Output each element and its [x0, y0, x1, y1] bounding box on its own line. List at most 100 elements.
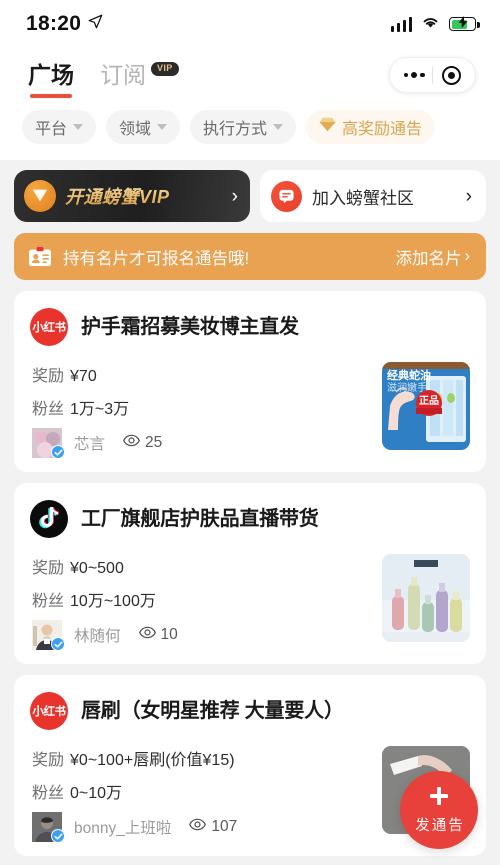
vip-badge: VIP — [151, 61, 179, 76]
create-campaign-fab[interactable]: 发通告 — [400, 771, 478, 849]
plus-icon — [428, 785, 450, 812]
notice-text: 持有名片才可报名通告哦! — [63, 249, 250, 268]
verified-badge-icon — [51, 829, 65, 843]
filter-chip-field-label: 领域 — [119, 121, 152, 138]
card-meta: 奖励 ¥0~500 粉丝 10万~100万 林随何 10 — [30, 554, 372, 651]
author-name: 林随何 — [74, 628, 121, 645]
views-count: 107 — [211, 818, 238, 835]
svg-text:正品: 正品 — [419, 395, 439, 407]
fans-row: 粉丝 0~10万 — [32, 779, 372, 803]
tab-subscribe[interactable]: 订阅 VIP — [100, 61, 179, 88]
target-icon[interactable] — [433, 57, 469, 93]
fans-value: 10万~100万 — [70, 593, 156, 610]
promo-banner-row: 开通螃蟹VIP › 加入螃蟹社区 › — [0, 160, 500, 222]
card-footer: 芯言 25 — [32, 428, 372, 459]
card-header: 工厂旗舰店护肤品直播带货 — [30, 500, 470, 538]
chevron-down-icon — [73, 124, 84, 130]
community-banner[interactable]: 加入螃蟹社区 › — [260, 170, 486, 222]
card-thumbnail[interactable]: 经典蛇油 滋润嫩手 正品 — [382, 362, 470, 450]
svg-text:滋润嫩手: 滋润嫩手 — [387, 381, 427, 394]
fans-value: 0~10万 — [70, 785, 123, 802]
card-body: 奖励 ¥70 粉丝 1万~3万 芯言 25 经典蛇油 滋润嫩手 正品 — [30, 362, 470, 459]
chevron-down-icon — [273, 124, 284, 130]
tab-active-indicator — [30, 94, 72, 98]
header-control-pill — [389, 57, 476, 93]
card-meta: 奖励 ¥0~100+唇刷(价值¥15) 粉丝 0~10万 bonny_上班啦 1… — [30, 746, 372, 843]
filter-chip-platform-label: 平台 — [35, 121, 68, 138]
filter-chip-execution[interactable]: 执行方式 — [190, 110, 297, 144]
status-bar: 18:20 — [0, 0, 500, 48]
reward-value: ¥0~100+唇刷(价值¥15) — [70, 752, 235, 769]
xiaohongshu-logo-icon: 小红书 — [30, 308, 68, 346]
add-card-action[interactable]: 添加名片 › — [396, 245, 471, 269]
chevron-right-icon: › — [464, 247, 471, 265]
card-footer: bonny_上班啦 107 — [32, 812, 372, 843]
eye-icon — [138, 626, 156, 644]
battery-charging-icon — [449, 16, 480, 31]
tab-subscribe-label: 订阅 — [100, 61, 146, 88]
reward-key: 奖励 — [32, 560, 65, 577]
community-banner-label: 加入螃蟹社区 — [312, 188, 414, 208]
platform-logo-label: 小红书 — [32, 706, 66, 718]
chevron-right-icon: › — [465, 185, 472, 207]
cellular-signal-icon — [390, 16, 412, 32]
author-name: bonny_上班啦 — [74, 820, 172, 837]
filter-chip-high-reward-label: 高奖励通告 — [342, 121, 423, 138]
filter-chip-high-reward[interactable]: 高奖励通告 — [306, 110, 436, 144]
avatar — [32, 812, 65, 843]
reward-row: 奖励 ¥0~100+唇刷(价值¥15) — [32, 746, 372, 770]
views-count: 25 — [145, 434, 163, 451]
filter-chip-field[interactable]: 领域 — [106, 110, 181, 144]
status-bar-right — [390, 15, 480, 34]
fans-key: 粉丝 — [32, 785, 65, 802]
views-group: 10 — [138, 626, 178, 644]
campaign-card[interactable]: 工厂旗舰店护肤品直播带货 奖励 ¥0~500 粉丝 10万~100万 林随何 1… — [14, 483, 486, 664]
reward-value: ¥70 — [70, 368, 97, 385]
verified-badge-icon — [51, 637, 65, 651]
card-title: 护手霜招募美妆博主直发 — [81, 316, 299, 338]
card-body: 奖励 ¥0~500 粉丝 10万~100万 林随何 10 — [30, 554, 470, 651]
card-footer: 林随何 10 — [32, 620, 372, 651]
vip-diamond-icon — [24, 180, 56, 212]
filter-chip-execution-label: 执行方式 — [203, 121, 268, 138]
eye-icon — [123, 434, 140, 452]
chevron-down-icon — [157, 124, 168, 130]
svg-text:经典蛇油: 经典蛇油 — [387, 368, 431, 382]
card-title: 唇刷（女明星推荐 大量要人） — [81, 700, 344, 722]
reward-row: 奖励 ¥70 — [32, 362, 372, 386]
filter-chip-platform[interactable]: 平台 — [22, 110, 97, 144]
add-card-action-label: 添加名片 — [395, 249, 462, 268]
vip-banner[interactable]: 开通螃蟹VIP › — [14, 170, 250, 222]
more-dots-icon[interactable] — [396, 57, 432, 93]
views-group: 25 — [123, 434, 162, 452]
filter-bar: 平台 领域 执行方式 高奖励通告 — [0, 102, 500, 160]
app-root: 18:20 广场 订阅 VIP 平台 领域 执行方式 高奖励通告 开通螃蟹VIP… — [0, 0, 500, 865]
fans-key: 粉丝 — [32, 401, 65, 418]
avatar — [32, 428, 65, 459]
tab-list: 广场 订阅 VIP — [28, 61, 179, 98]
tab-plaza-label: 广场 — [28, 61, 74, 88]
fans-row: 粉丝 10万~100万 — [32, 587, 372, 611]
tab-plaza[interactable]: 广场 — [28, 61, 74, 98]
card-header: 小红书 护手霜招募美妆博主直发 — [30, 308, 470, 346]
vip-banner-label: 开通螃蟹VIP — [65, 183, 170, 209]
reward-value: ¥0~500 — [70, 560, 124, 577]
header-actions — [389, 57, 476, 93]
status-bar-left: 18:20 — [26, 12, 103, 36]
wifi-icon — [421, 15, 440, 34]
author-name: 芯言 — [74, 436, 106, 453]
douyin-logo-icon — [30, 500, 68, 538]
verified-badge-icon — [51, 445, 65, 459]
avatar — [32, 620, 65, 651]
status-time: 18:20 — [26, 12, 82, 35]
header-tab-bar: 广场 订阅 VIP — [0, 48, 500, 102]
fans-key: 粉丝 — [32, 593, 65, 610]
chevron-right-icon: › — [231, 185, 238, 207]
views-group: 107 — [189, 818, 237, 836]
views-count: 10 — [160, 626, 178, 643]
add-business-card-notice[interactable]: 持有名片才可报名通告哦! 添加名片 › — [14, 233, 486, 280]
card-thumbnail[interactable] — [382, 554, 470, 642]
reward-key: 奖励 — [32, 368, 65, 385]
campaign-card[interactable]: 小红书 护手霜招募美妆博主直发 奖励 ¥70 粉丝 1万~3万 芯言 25 经典… — [14, 291, 486, 472]
location-arrow-icon — [88, 14, 103, 34]
